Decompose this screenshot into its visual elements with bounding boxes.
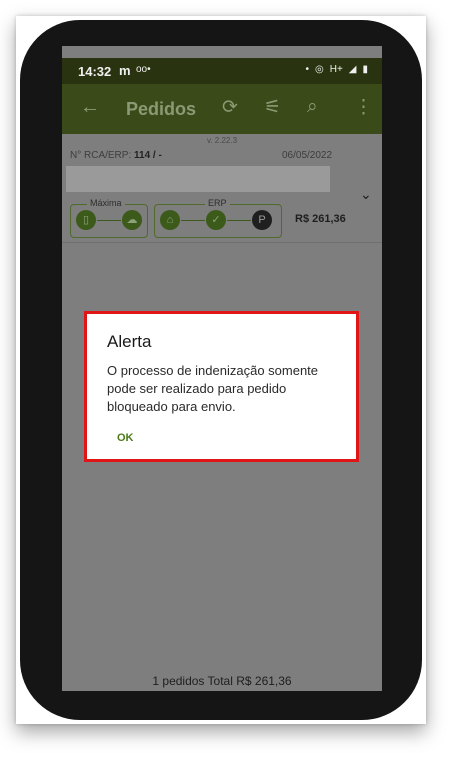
status-indicators: • ◎ H+ ◢ ▮: [305, 64, 368, 75]
rca-label: N° RCA/ERP:: [70, 150, 132, 161]
pending-p-icon: P: [252, 210, 272, 230]
status-time: 14:32: [78, 64, 112, 79]
orders-total-footer: 1 pedidos Total R$ 261,36: [152, 674, 292, 688]
carrier-icon: m: [119, 63, 131, 78]
alert-dialog: Alerta O processo de indenização somente…: [84, 311, 359, 462]
page-title: Pedidos: [126, 99, 197, 119]
dot-icon: •: [305, 64, 309, 75]
dialog-message: O processo de indenização somente pode s…: [107, 363, 319, 414]
redacted-client-name: [66, 166, 330, 192]
status-bar: 14:32 m oo• • ◎ H+ ◢ ▮: [62, 58, 382, 84]
chevron-down-icon[interactable]: ⌄: [360, 186, 372, 203]
maxima-label: Máxima: [87, 198, 125, 208]
progress-line: [181, 220, 205, 221]
battery-icon: ▮: [362, 64, 368, 75]
more-options-icon[interactable]: ⋮: [354, 96, 373, 119]
search-icon[interactable]: ⌕: [307, 96, 318, 118]
cloud-check-icon: ☁: [122, 210, 142, 230]
maxima-status-group: Máxima ▯ ☁: [70, 198, 148, 238]
check-icon: ✓: [206, 210, 226, 230]
phone-icon: ▯: [76, 210, 96, 230]
app-version: v. 2.22.3: [206, 136, 238, 145]
store-icon: ⌂: [160, 210, 180, 230]
ok-button[interactable]: OK: [117, 432, 134, 444]
erp-label: ERP: [205, 198, 230, 208]
voicemail-icon: oo•: [136, 64, 151, 75]
app-bar: ← Pedidos ⟳ ⚟ ⌕ ⋮: [62, 84, 382, 134]
order-value: R$ 261,36: [295, 213, 346, 225]
network-type: H+: [329, 64, 343, 75]
filter-icon[interactable]: ⚟: [264, 96, 281, 119]
hotspot-icon: ◎: [314, 64, 324, 75]
erp-status-group: ERP ⌂ ✓ P: [154, 198, 282, 238]
order-date: 06/05/2022: [282, 150, 333, 161]
signal-icon: ◢: [348, 64, 357, 75]
progress-line: [227, 220, 251, 221]
rca-value: 114 / -: [134, 150, 162, 161]
back-arrow-icon[interactable]: ←: [80, 96, 100, 119]
sync-icon[interactable]: ⟳: [222, 96, 238, 119]
progress-line: [97, 220, 121, 221]
dialog-title: Alerta: [107, 332, 152, 351]
rca-erp-line: N° RCA/ERP: 114 / -: [70, 150, 162, 161]
divider: [62, 242, 382, 243]
